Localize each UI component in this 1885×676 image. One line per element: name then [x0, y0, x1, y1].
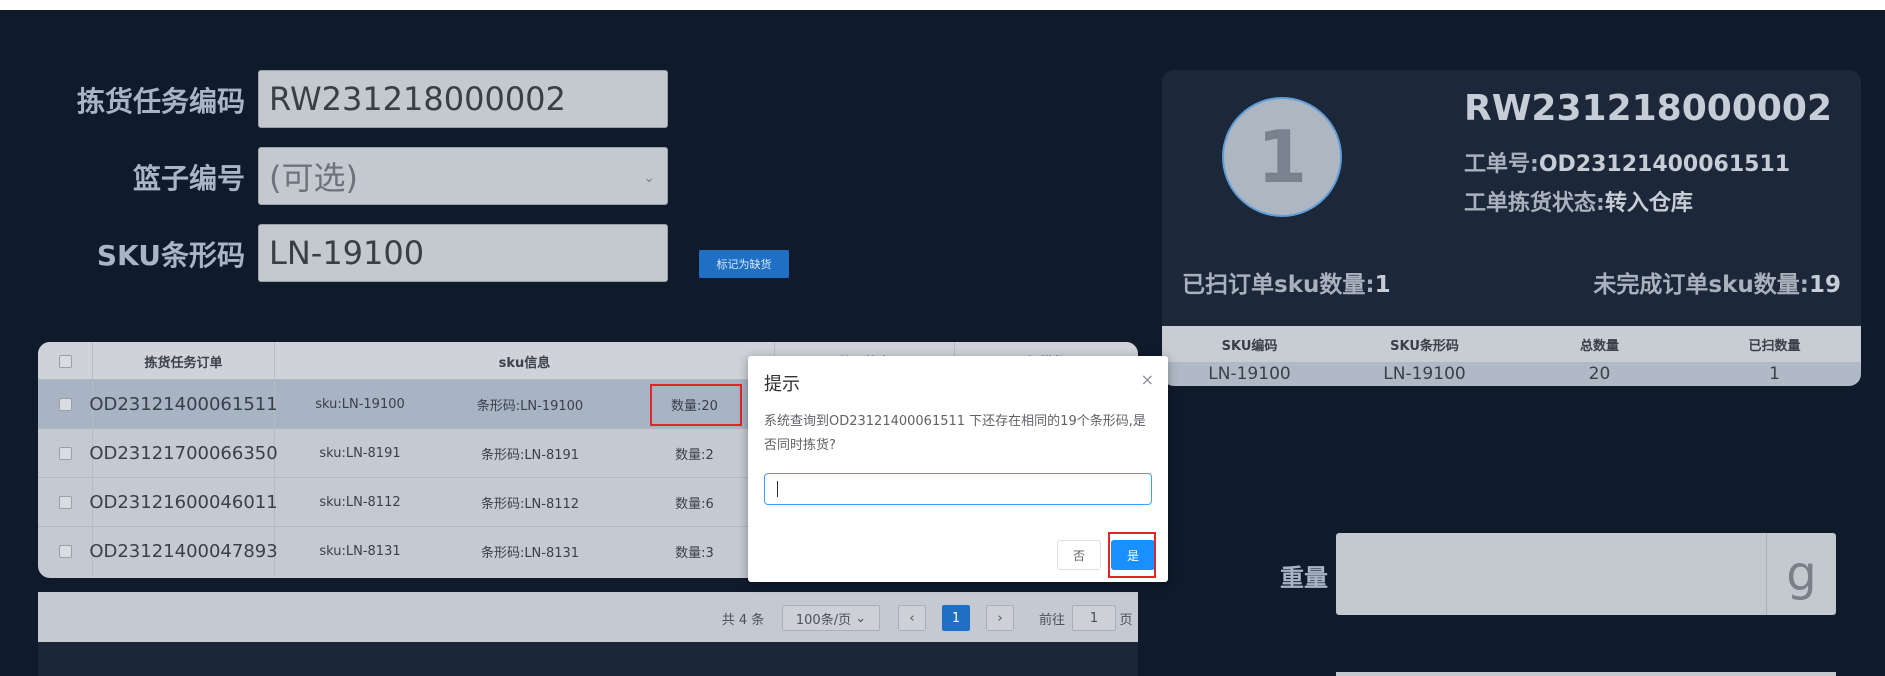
- barcode-cell: 条形码:LN-8191: [480, 448, 580, 463]
- row-checkbox[interactable]: [58, 545, 72, 558]
- status-value: 转入仓库: [1604, 191, 1693, 216]
- barcode-cell: 条形码:LN-8112: [480, 497, 580, 512]
- sku-code-cell: LN-19100: [1208, 364, 1291, 384]
- total-qty-cell: 20: [1588, 364, 1611, 384]
- header-total-qty: 总数量: [1579, 338, 1619, 354]
- basket-select[interactable]: (可选) ⌄: [258, 147, 668, 205]
- row-checkbox-cell: [38, 380, 93, 429]
- sku-barcode-label: SKU条形码: [96, 239, 245, 272]
- basket-placeholder: (可选): [269, 159, 358, 197]
- goto-page-input[interactable]: 1: [1072, 605, 1116, 631]
- header-sku-info: sku信息: [275, 342, 775, 380]
- basket-label: 篮子编号: [132, 162, 245, 195]
- barcode-cell: 条形码:LN-8131: [480, 546, 580, 561]
- scanned-value: 1: [1374, 272, 1391, 298]
- scanned-qty-cell: 1: [1769, 364, 1780, 384]
- footer-area: [38, 642, 1138, 676]
- order-cell: OD23121700066350: [89, 429, 278, 478]
- sku-summary-header: SKU编码 SKU条形码 总数量 已扫数量: [1162, 326, 1861, 362]
- header-order: 拣货任务订单: [93, 342, 275, 380]
- task-index-badge: 1: [1222, 97, 1342, 217]
- sku-cell: sku:LN-8131: [319, 544, 401, 559]
- barcode-cell: 条形码:LN-19100: [476, 399, 584, 414]
- total-count: 共 4 条: [721, 612, 765, 628]
- text-cursor: [777, 481, 778, 497]
- row-checkbox[interactable]: [58, 398, 72, 411]
- order-cell: OD23121400047893: [89, 527, 278, 576]
- mark-out-of-stock-button[interactable]: 标记为缺货: [699, 250, 789, 278]
- scanned-label: 已扫订单sku数量:: [1182, 272, 1375, 298]
- order-cell: OD23121400061511: [89, 380, 278, 429]
- row-checkbox-cell: [38, 527, 93, 576]
- dialog-title: 提示: [764, 374, 800, 395]
- page-size-value: 100条/页: [795, 612, 852, 628]
- summary-task-code: RW231218000002: [1464, 88, 1833, 129]
- chevron-down-icon: ⌄: [643, 170, 655, 186]
- header-sku-code: SKU编码: [1221, 338, 1278, 354]
- summary-order-line: 工单号:OD23121400061511: [1464, 146, 1790, 178]
- row-checkbox-cell: [38, 429, 93, 478]
- weight-unit: g: [1766, 533, 1836, 615]
- page-size-select[interactable]: 100条/页 ⌄: [782, 605, 880, 631]
- sku-barcode-input[interactable]: LN-19100: [258, 224, 668, 282]
- sku-cell: sku:LN-19100: [315, 397, 405, 412]
- close-icon[interactable]: ×: [1141, 370, 1154, 389]
- yes-highlight-box: [1108, 532, 1156, 578]
- select-all-cell: [38, 342, 93, 380]
- sku-cell: sku:LN-8112: [319, 495, 401, 510]
- next-page-button[interactable]: ›: [986, 605, 1014, 631]
- pagination: 共 4 条 100条/页 ⌄ ‹ 1 › 前往 1 页: [38, 592, 1138, 642]
- header-scanned-qty: 已扫数量: [1748, 338, 1801, 354]
- weight-input[interactable]: g: [1336, 533, 1836, 615]
- chevron-down-icon: ⌄: [855, 610, 867, 626]
- next-field-edge: [1336, 672, 1836, 676]
- no-button[interactable]: 否: [1057, 540, 1101, 570]
- task-code-input[interactable]: RW231218000002: [258, 70, 668, 128]
- page-1-button[interactable]: 1: [942, 605, 970, 631]
- top-bar: [0, 0, 1885, 10]
- goto-label: 前往: [1038, 612, 1065, 628]
- select-all-checkbox[interactable]: [58, 354, 72, 368]
- order-label: 工单号:: [1464, 152, 1539, 177]
- task-code-label: 拣货任务编码: [76, 85, 245, 118]
- row-checkbox-cell: [38, 478, 93, 527]
- order-value: OD23121400061511: [1538, 152, 1791, 177]
- unfinished-count: 未完成订单sku数量:19: [1593, 265, 1841, 299]
- weight-label: 重量: [1280, 564, 1328, 592]
- scanned-count: 已扫订单sku数量:1: [1182, 265, 1391, 299]
- table-row: LN-19100 LN-19100 20 1: [1162, 362, 1861, 386]
- summary-status-line: 工单拣货状态:转入仓库: [1464, 185, 1693, 217]
- sku-barcode-cell: LN-19100: [1383, 364, 1466, 384]
- row-checkbox[interactable]: [58, 496, 72, 509]
- confirm-dialog: 提示 × 系统查询到OD23121400061511 下还存在相同的19个条形码…: [748, 356, 1168, 582]
- unfinished-label: 未完成订单sku数量:: [1593, 272, 1809, 298]
- dialog-input[interactable]: [764, 473, 1152, 505]
- header-sku-barcode: SKU条形码: [1390, 338, 1459, 354]
- unfinished-value: 19: [1808, 272, 1841, 298]
- row-checkbox[interactable]: [58, 447, 72, 460]
- goto-suffix: 页: [1119, 612, 1133, 628]
- status-label: 工单拣货状态:: [1464, 191, 1605, 216]
- dialog-message: 系统查询到OD23121400061511 下还存在相同的19个条形码,是否同时…: [764, 414, 1146, 453]
- order-cell: OD23121600046011: [89, 478, 278, 527]
- sku-cell: sku:LN-8191: [319, 446, 401, 461]
- qty-highlight-box: [650, 384, 742, 426]
- task-summary-card: 1 RW231218000002 工单号:OD23121400061511 工单…: [1162, 70, 1861, 386]
- prev-page-button[interactable]: ‹: [898, 605, 926, 631]
